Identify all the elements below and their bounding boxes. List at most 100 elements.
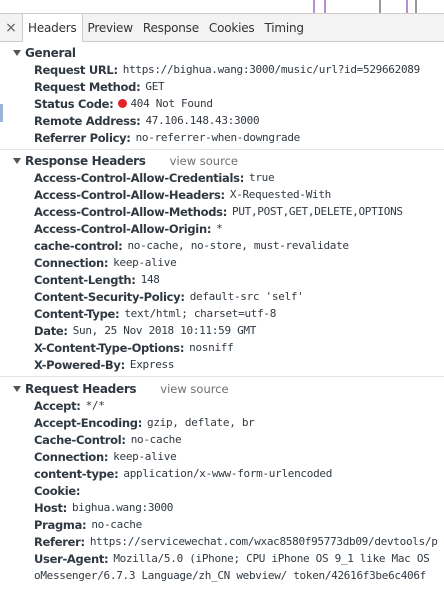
header-key: X-Content-Type-Options: (34, 340, 185, 355)
header-key: Access-Control-Allow-Origin: (34, 221, 212, 236)
request-headers-section: Request Headers view source Accept: */* A… (0, 377, 444, 584)
header-key: X-Powered-By: (34, 357, 125, 372)
header-key: Date: (34, 323, 68, 338)
header-value: gzip, deflate, br (147, 416, 255, 429)
header-value: 148 (140, 273, 160, 286)
header-value: true (249, 171, 275, 184)
header-value: keep-alive (113, 450, 177, 463)
header-value: * (216, 222, 223, 235)
header-value: no-cache (130, 433, 182, 446)
header-row: Remote Address: 47.106.148.43:3000 (0, 112, 444, 129)
header-row: Connection: keep-alive (0, 448, 444, 465)
tab-response[interactable]: Response (138, 14, 204, 41)
tab-headers[interactable]: Headers (22, 14, 83, 42)
section-title: Request Headers (25, 381, 137, 396)
header-row: cache-control: no-cache, no-store, must-r… (0, 237, 444, 254)
header-row-continuation: oMessenger/6.7.3 Language/zh_CN webview/… (0, 567, 444, 584)
header-value: bighua.wang:3000 (71, 501, 174, 514)
header-key: Request URL: (34, 62, 118, 77)
header-row: Accept: */* (0, 397, 444, 414)
header-value: no-cache (91, 518, 142, 531)
tab-cookies[interactable]: Cookies (204, 14, 260, 41)
header-value: X-Requested-With (229, 188, 331, 201)
tab-timing[interactable]: Timing (260, 14, 309, 41)
header-row: Date: Sun, 25 Nov 2018 10:11:59 GMT (0, 322, 444, 339)
header-value: Sun, 25 Nov 2018 10:11:59 GMT (72, 324, 257, 337)
header-row: Access-Control-Allow-Credentials: true (0, 169, 444, 186)
header-value: GET (145, 80, 165, 93)
headers-panel: General Request URL: https://bighua.wang… (0, 42, 444, 595)
header-row: User-Agent: Mozilla/5.0 (iPhone; CPU iPho… (0, 550, 444, 567)
header-key: Referer: (34, 534, 85, 549)
general-section-header[interactable]: General (0, 44, 444, 61)
header-key: Accept: (34, 398, 81, 413)
header-value: PUT,POST,GET,DELETE,OPTIONS (232, 205, 403, 218)
header-key: Content-Type: (34, 306, 120, 321)
tab-preview[interactable]: Preview (83, 14, 138, 41)
view-source-link[interactable]: view source (170, 154, 238, 168)
waterfall-marker (324, 0, 326, 13)
expand-triangle-icon (13, 49, 21, 56)
header-row: Cookie: (0, 482, 444, 499)
header-value: https://servicewechat.com/wxac8580f95773… (89, 535, 438, 548)
header-row: Connection: keep-alive (0, 254, 444, 271)
section-title: Response Headers (25, 153, 146, 168)
header-row: Access-Control-Allow-Methods: PUT,POST,GE… (0, 203, 444, 220)
header-key: User-Agent: (34, 551, 109, 566)
header-row: Request Method: GET (0, 78, 444, 95)
header-key: Access-Control-Allow-Headers: (34, 187, 225, 202)
header-value: default-src 'self' (189, 290, 304, 303)
expand-triangle-icon (13, 385, 21, 392)
header-row: Content-Type: text/html; charset=utf-8 (0, 305, 444, 322)
header-value: Mozilla/5.0 (iPhone; CPU iPhone OS 9_1 l… (113, 552, 430, 565)
section-title: General (25, 45, 76, 60)
header-value: 404 Not Found (130, 97, 213, 110)
header-key: Accept-Encoding: (34, 415, 142, 430)
header-row: Referrer Policy: no-referrer-when-downgr… (0, 129, 444, 146)
response-headers-section: Response Headers view source Access-Cont… (0, 150, 444, 377)
header-row: Content-Length: 148 (0, 271, 444, 288)
header-row: Access-Control-Allow-Headers: X-Requested… (0, 186, 444, 203)
header-key: Pragma: (34, 517, 87, 532)
header-value: https://bighua.wang:3000/music/url?id=52… (122, 63, 420, 76)
header-value: no-cache, no-store, must-revalidate (127, 239, 349, 252)
header-row: Status Code: 404 Not Found (0, 95, 444, 112)
header-row: Referer: https://servicewechat.com/wxac85… (0, 533, 444, 550)
header-value: text/html; charset=utf-8 (124, 307, 277, 320)
header-row: X-Content-Type-Options: nosniff (0, 339, 444, 356)
close-icon[interactable]: × (0, 14, 22, 41)
error-dot-icon (118, 99, 128, 108)
header-value: keep-alive (113, 256, 177, 269)
waterfall-marker (415, 0, 417, 13)
header-value: */* (85, 399, 105, 412)
request-headers-section-header[interactable]: Request Headers view source (0, 380, 444, 397)
header-key: Connection: (34, 255, 109, 270)
header-value: Express (129, 358, 175, 371)
header-value: no-referrer-when-downgrade (135, 131, 301, 144)
header-row: content-type: application/x-www-form-urle… (0, 465, 444, 482)
header-key: Cache-Control: (34, 432, 126, 447)
expand-triangle-icon (13, 157, 21, 164)
header-key: Access-Control-Allow-Credentials: (34, 170, 245, 185)
header-row: Accept-Encoding: gzip, deflate, br (0, 414, 444, 431)
general-section: General Request URL: https://bighua.wang… (0, 42, 444, 150)
header-key: Content-Security-Policy: (34, 289, 185, 304)
header-key: Content-Length: (34, 272, 136, 287)
response-headers-section-header[interactable]: Response Headers view source (0, 152, 444, 169)
waterfall-marker (406, 0, 408, 13)
header-row: Pragma: no-cache (0, 516, 444, 533)
view-source-link[interactable]: view source (160, 382, 228, 396)
waterfall-marker (379, 0, 381, 13)
header-row: Content-Security-Policy: default-src 'sel… (0, 288, 444, 305)
header-key: Request Method: (34, 79, 141, 94)
header-key: Status Code: (34, 96, 114, 111)
details-tab-bar: × Headers Preview Response Cookies Timin… (0, 13, 444, 42)
header-key: Cookie: (34, 483, 81, 498)
header-row: Access-Control-Allow-Origin: * (0, 220, 444, 237)
header-row: Host: bighua.wang:3000 (0, 499, 444, 516)
header-key: Referrer Policy: (34, 130, 131, 145)
header-key: Remote Address: (34, 113, 141, 128)
header-key: Access-Control-Allow-Methods: (34, 204, 227, 219)
header-key: Connection: (34, 449, 109, 464)
header-row: Cache-Control: no-cache (0, 431, 444, 448)
